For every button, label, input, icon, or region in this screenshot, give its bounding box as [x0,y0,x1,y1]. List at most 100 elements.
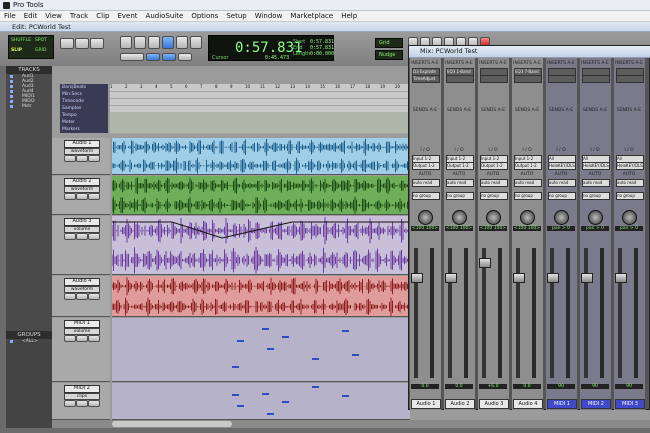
menu-track[interactable]: Track [66,11,92,21]
track-mute-button[interactable] [88,400,100,407]
midi-note[interactable] [232,394,239,396]
volume-fader-track[interactable] [414,248,418,378]
track-solo-button[interactable] [76,335,88,342]
track-visible-icon[interactable] [10,80,13,83]
group-selector[interactable]: no group [616,192,644,200]
menu-window[interactable]: Window [251,11,287,21]
pan-knob[interactable] [452,210,467,225]
output-selector[interactable]: HoloKEY/DLS [582,162,610,170]
track-view-selector[interactable]: waveform [64,148,100,155]
pan-knob[interactable] [520,210,535,225]
volume-fader-track[interactable] [448,248,452,378]
link-track-button[interactable] [162,53,176,61]
midi-note[interactable] [342,330,349,332]
menu-clip[interactable]: Clip [92,11,113,21]
zoom-preset-button[interactable] [90,38,104,49]
group-selector[interactable]: no group [480,192,508,200]
automation-mode-selector[interactable]: auto read [412,179,440,187]
menu-edit[interactable]: Edit [20,11,42,21]
mode-spot[interactable]: SPOT [35,38,47,43]
track-visible-icon[interactable] [10,85,13,88]
volume-fader-cap[interactable] [581,273,593,283]
volume-fader-track[interactable] [550,248,554,378]
group-selector[interactable]: no group [582,192,610,200]
channel-name[interactable]: Audio 3 [479,399,509,409]
volume-fader-cap[interactable] [445,273,457,283]
track-mute-button[interactable] [88,193,100,200]
insert-slot[interactable] [480,75,508,83]
track-lane[interactable] [112,383,410,420]
track-lane[interactable] [112,216,410,275]
insert-slot[interactable] [446,75,474,83]
midi-note[interactable] [282,336,289,338]
trim-tool-button[interactable] [134,36,146,49]
pan-knob[interactable] [622,210,637,225]
ruler-label[interactable]: Samples [60,105,108,112]
track-view-selector[interactable]: clips [64,393,100,400]
mode-grid[interactable]: GRID [35,48,46,53]
automation-mode-selector[interactable]: auto read [480,179,508,187]
midi-note[interactable] [267,348,274,350]
volume-fader-cap[interactable] [479,258,491,268]
output-selector[interactable]: Output 1-2 [412,162,440,170]
track-view-selector[interactable]: volume [64,328,100,335]
track-name[interactable]: MIDI 2 [64,385,100,393]
midi-note[interactable] [312,358,319,360]
zoom-out-button[interactable] [60,38,74,49]
menu-setup[interactable]: Setup [222,11,250,21]
track-lane[interactable] [112,318,410,382]
volume-fader-cap[interactable] [513,273,525,283]
menu-options[interactable]: Options [187,11,222,21]
midi-note[interactable] [267,413,274,415]
midi-note[interactable] [342,395,349,397]
track-lane[interactable] [112,276,410,317]
ruler-label[interactable]: Tempo [60,112,108,119]
track-mute-button[interactable] [88,335,100,342]
nudge-display[interactable]: Nudge [375,50,403,60]
track-name[interactable]: Audio 4 [64,278,100,286]
output-selector[interactable]: Output 1-2 [480,162,508,170]
menu-file[interactable]: File [0,11,20,21]
track-view-selector[interactable]: waveform [64,186,100,193]
automation-mode-selector[interactable]: auto read [616,179,644,187]
link-timeline-button[interactable] [146,53,160,61]
track-rec-button[interactable] [64,193,76,200]
ruler-label[interactable]: Meter [60,119,108,126]
group-all[interactable]: <ALL> [6,339,52,344]
volume-fader-track[interactable] [618,248,622,378]
track-name[interactable]: Audio 1 [64,140,100,148]
track-view-selector[interactable]: volume [64,226,100,233]
automation-mode-selector[interactable]: auto read [514,179,542,187]
track-view-selector[interactable]: waveform [64,286,100,293]
horizontal-scrollbar[interactable] [52,420,650,428]
group-selector[interactable]: no group [514,192,542,200]
track-list-item[interactable]: Mstr [6,104,52,109]
midi-note[interactable] [312,386,319,388]
automation-mode-selector[interactable]: auto read [582,179,610,187]
track-solo-button[interactable] [76,193,88,200]
midi-note[interactable] [237,340,244,342]
volume-fader-cap[interactable] [411,273,423,283]
pan-knob[interactable] [486,210,501,225]
track-solo-button[interactable] [76,293,88,300]
midi-note[interactable] [262,393,269,395]
insert-slot[interactable] [548,75,576,83]
menu-audiosuite[interactable]: AudioSuite [142,11,188,21]
zoomer-tool-button[interactable] [120,36,132,49]
midi-note[interactable] [262,328,269,330]
volume-fader-cap[interactable] [547,273,559,283]
track-rec-button[interactable] [64,400,76,407]
edit-modes[interactable]: SHUFFLE SPOT SLIP GRID [8,35,54,59]
pan-knob[interactable] [588,210,603,225]
pan-knob[interactable] [554,210,569,225]
group-selector[interactable]: no group [412,192,440,200]
insert-slot[interactable]: TimeAdjust [412,75,440,83]
track-rec-button[interactable] [64,293,76,300]
menu-marketplace[interactable]: Marketplace [286,11,337,21]
volume-fader-track[interactable] [584,248,588,378]
track-visible-icon[interactable] [10,105,13,108]
pencil-tool-button[interactable] [176,36,188,49]
track-solo-button[interactable] [76,233,88,240]
track-visible-icon[interactable] [10,100,13,103]
track-lane[interactable] [112,138,410,175]
